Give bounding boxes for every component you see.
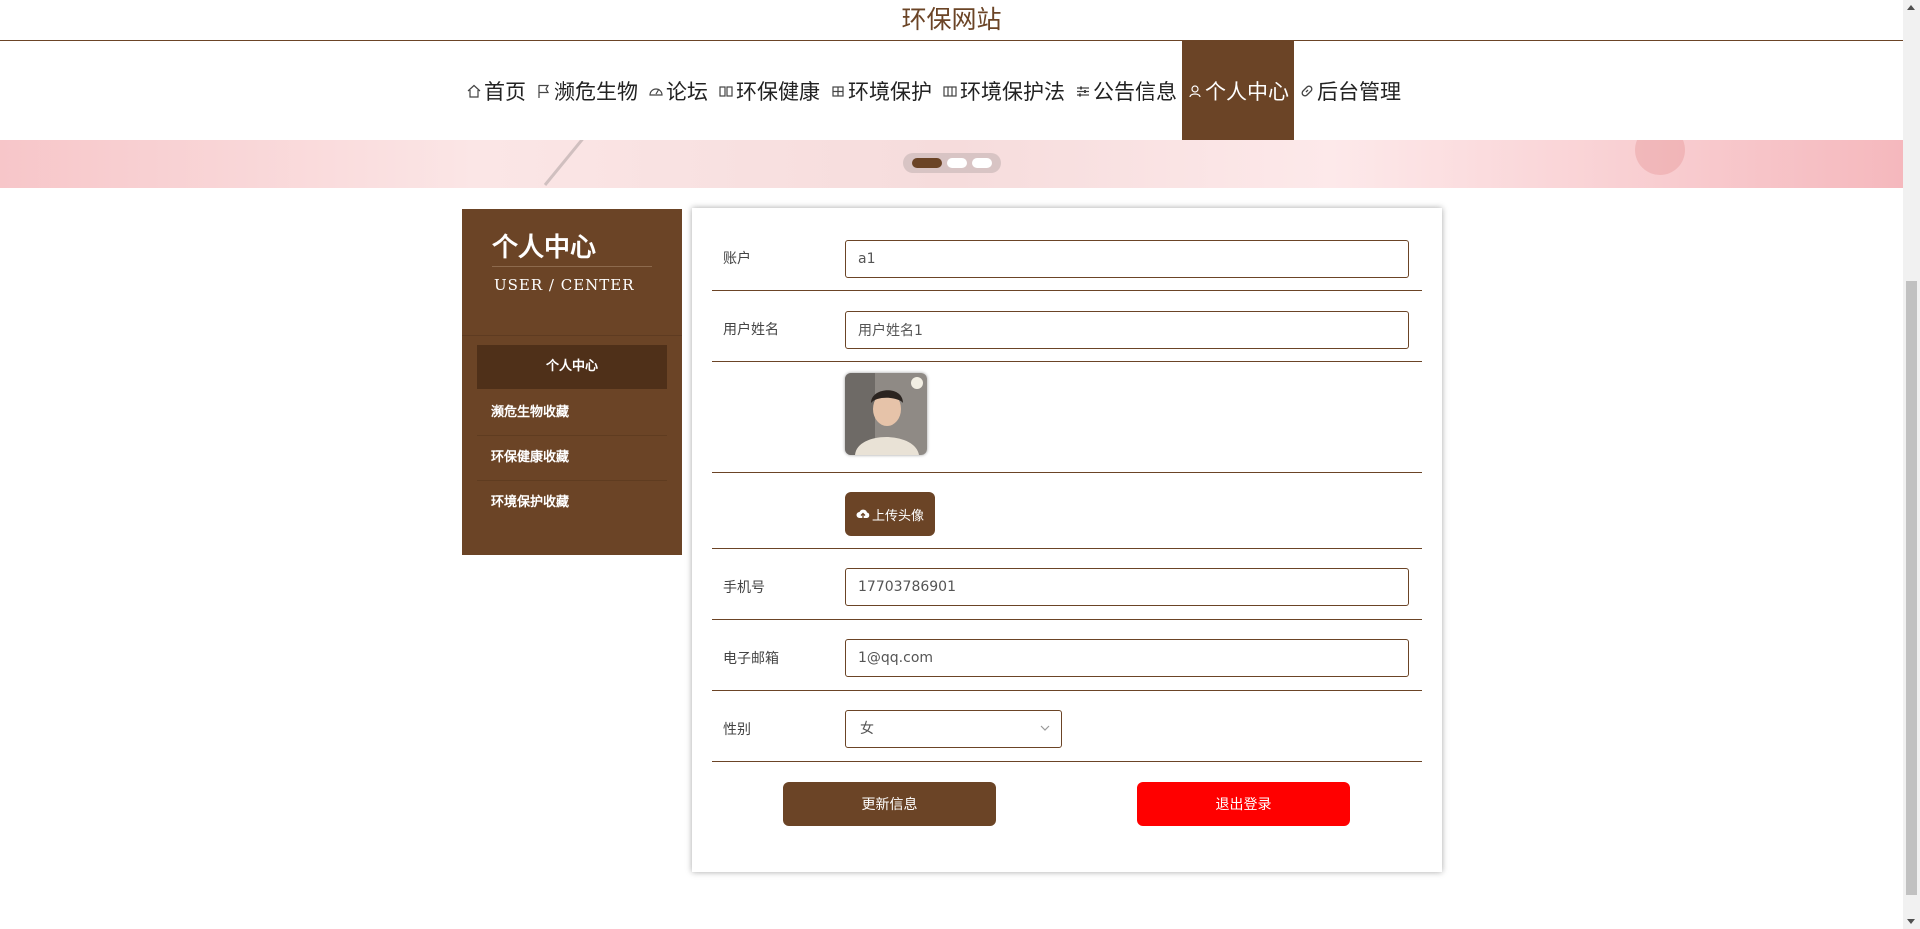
phone-input[interactable] xyxy=(845,568,1409,606)
nav-item-label: 环境保护 xyxy=(848,79,932,104)
email-input[interactable] xyxy=(845,639,1409,677)
banner-decoration xyxy=(1635,140,1685,175)
link-icon xyxy=(1299,83,1315,99)
user-sidebar: 个人中心 USER / CENTER 个人中心 濒危生物收藏 环保健康收藏 环境… xyxy=(462,209,682,555)
nav-item-env-law[interactable]: 环境保护法 xyxy=(937,41,1070,140)
book-icon xyxy=(718,83,734,99)
gender-label: 性别 xyxy=(723,722,751,738)
nav-item-label: 环保健康 xyxy=(736,79,820,104)
update-info-button[interactable]: 更新信息 xyxy=(783,782,996,826)
banner-carousel xyxy=(0,140,1903,188)
upload-avatar-button[interactable]: 上传头像 xyxy=(845,492,935,536)
nav-item-label: 后台管理 xyxy=(1317,79,1401,104)
form-row-avatar xyxy=(712,361,1422,473)
sidebar-item-protection-favorites[interactable]: 环境保护收藏 xyxy=(477,481,667,525)
upload-avatar-label: 上传头像 xyxy=(871,508,924,524)
form-row-upload: 上传头像 xyxy=(712,472,1422,549)
account-input[interactable] xyxy=(845,240,1409,278)
logout-button[interactable]: 退出登录 xyxy=(1137,782,1350,826)
divider xyxy=(462,335,682,336)
flag-icon xyxy=(536,83,552,99)
cloud-upload-icon xyxy=(856,509,870,519)
user-icon xyxy=(1187,83,1203,99)
sidebar-menu: 个人中心 濒危生物收藏 环保健康收藏 环境保护收藏 xyxy=(477,345,667,525)
chevron-down-icon xyxy=(1040,725,1050,731)
nav-item-endangered[interactable]: 濒危生物 xyxy=(531,41,643,140)
main-nav: 首页 濒危生物 论坛 环保健康 环境保护 环境保护法 公告信息 个人中心 后台管… xyxy=(0,41,1903,140)
form-row-gender: 性别 女 xyxy=(712,690,1422,762)
username-label: 用户姓名 xyxy=(723,322,779,338)
nav-item-label: 环境保护法 xyxy=(960,79,1065,104)
dashboard-icon xyxy=(648,83,664,99)
carousel-dot[interactable] xyxy=(972,158,992,168)
nav-item-label: 首页 xyxy=(484,79,526,104)
gender-select-value: 女 xyxy=(860,721,874,737)
nav-item-env-protection[interactable]: 环境保护 xyxy=(825,41,937,140)
nav-item-label: 公告信息 xyxy=(1093,79,1177,104)
nav-item-forum[interactable]: 论坛 xyxy=(643,41,713,140)
sidebar-title: 个人中心 xyxy=(492,233,597,263)
sliders-icon xyxy=(1075,83,1091,99)
nav-item-label: 论坛 xyxy=(666,79,708,104)
banner-decoration xyxy=(543,140,584,186)
avatar xyxy=(845,373,927,455)
page-scrollbar[interactable] xyxy=(1903,0,1920,929)
form-row-username: 用户姓名 xyxy=(712,290,1422,362)
carousel-dot[interactable] xyxy=(912,158,942,168)
nav-item-label: 濒危生物 xyxy=(554,79,638,104)
columns-icon xyxy=(942,83,958,99)
nav-item-notice[interactable]: 公告信息 xyxy=(1070,41,1182,140)
carousel-dot[interactable] xyxy=(947,158,967,168)
divider xyxy=(492,266,652,267)
nav-item-admin[interactable]: 后台管理 xyxy=(1294,41,1406,140)
form-row-email: 电子邮箱 xyxy=(712,619,1422,691)
sidebar-item-user-center[interactable]: 个人中心 xyxy=(477,345,667,389)
grid-icon xyxy=(830,83,846,99)
form-row-account: 账户 xyxy=(712,208,1422,291)
sidebar-subtitle: USER / CENTER xyxy=(494,276,635,294)
username-input[interactable] xyxy=(845,311,1409,349)
site-title: 环保网站 xyxy=(0,0,1903,41)
phone-label: 手机号 xyxy=(723,580,765,596)
profile-form: 账户 用户姓名 上传头像 手机号 电子邮箱 性别 xyxy=(692,208,1442,872)
gender-select[interactable]: 女 xyxy=(845,710,1062,748)
nav-item-eco-health[interactable]: 环保健康 xyxy=(713,41,825,140)
account-label: 账户 xyxy=(723,251,751,267)
scroll-down-icon[interactable] xyxy=(1907,919,1915,924)
scrollbar-thumb[interactable] xyxy=(1906,281,1917,895)
nav-item-user-center[interactable]: 个人中心 xyxy=(1182,41,1294,140)
form-row-phone: 手机号 xyxy=(712,548,1422,620)
nav-item-label: 个人中心 xyxy=(1205,79,1289,104)
nav-item-home[interactable]: 首页 xyxy=(461,41,531,140)
email-label: 电子邮箱 xyxy=(723,651,779,667)
sidebar-item-endangered-favorites[interactable]: 濒危生物收藏 xyxy=(477,391,667,436)
scroll-up-icon[interactable] xyxy=(1907,5,1915,10)
carousel-indicators xyxy=(903,153,1001,173)
home-icon xyxy=(466,83,482,99)
sidebar-item-health-favorites[interactable]: 环保健康收藏 xyxy=(477,436,667,481)
